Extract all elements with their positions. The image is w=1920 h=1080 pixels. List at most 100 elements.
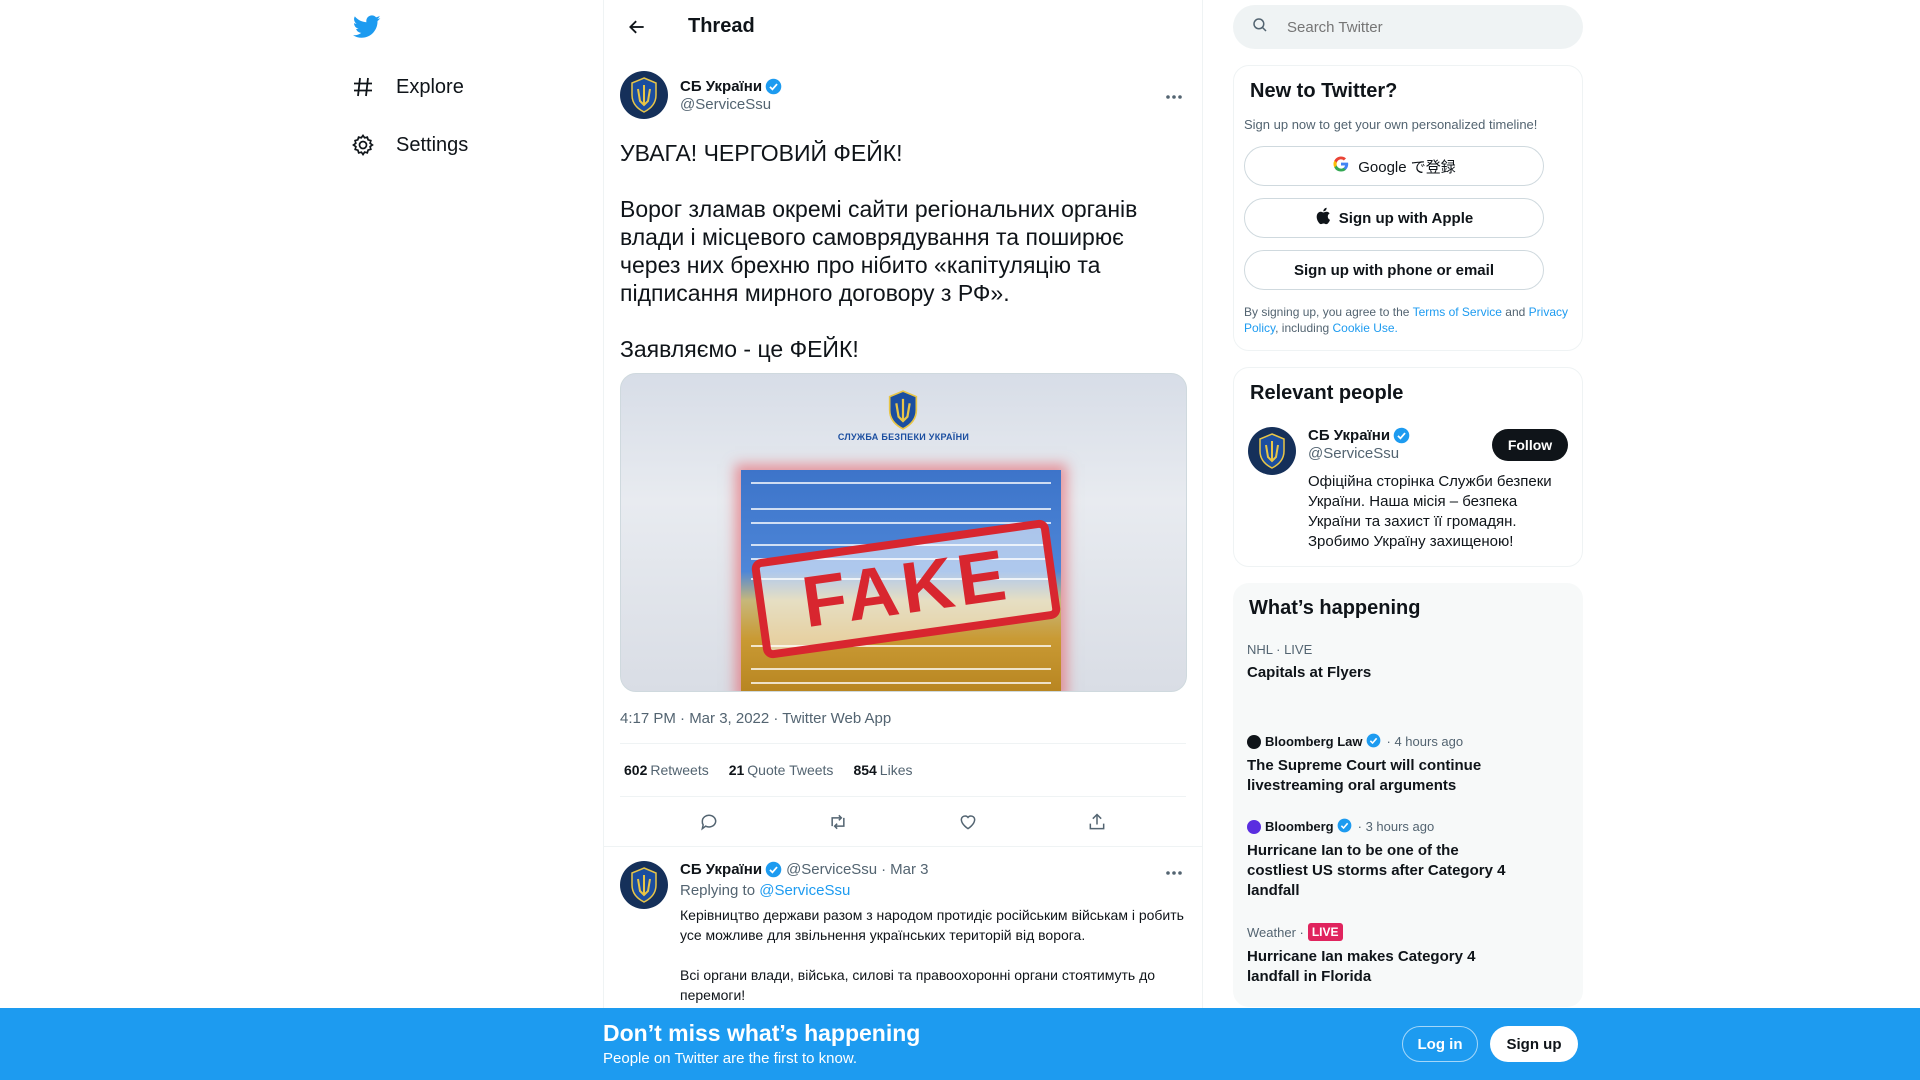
signup-subtitle: Sign up now to get your own personalized… (1244, 117, 1538, 132)
trend-item[interactable]: Bloomberg Law · 4 hours ago The Supreme … (1247, 733, 1569, 796)
back-arrow-icon[interactable] (620, 10, 654, 44)
separator: · (881, 861, 887, 878)
quote-tweets-stat[interactable]: 21 Quote Tweets (729, 762, 834, 778)
bottom-bar-subtitle: People on Twitter are the first to know. (603, 1050, 858, 1067)
signup-button[interactable]: Sign up (1490, 1026, 1578, 1062)
replying-to: Replying to @ServiceSsu (680, 882, 1186, 899)
follow-button[interactable]: Follow (1492, 429, 1568, 461)
more-options-icon[interactable] (1162, 85, 1186, 109)
author-name[interactable]: СБ України (680, 861, 762, 878)
author-name[interactable]: СБ України (680, 78, 762, 95)
person-body: СБ України @ServiceSsu Follow Офіційна с… (1308, 427, 1568, 552)
like-heart-icon[interactable] (951, 805, 985, 839)
reply-header: СБ України @ServiceSsu · Mar 3 (680, 861, 1186, 878)
avatar[interactable] (1248, 427, 1296, 475)
apple-signup-button[interactable]: Sign up with Apple (1244, 198, 1544, 238)
replying-prefix: Replying to (680, 882, 756, 899)
google-icon (1332, 155, 1350, 177)
trend-time: · 4 hours ago (1386, 734, 1464, 749)
cookie-link[interactable]: Cookie Use. (1333, 321, 1398, 335)
whats-happening-card: What’s happening NHL · LIVE Capitals at … (1233, 583, 1583, 1007)
author-handle[interactable]: @ServiceSsu (786, 861, 877, 878)
trend-title: Capitals at Flyers (1247, 664, 1372, 681)
avatar[interactable] (620, 71, 668, 119)
reply-tweet[interactable]: СБ України @ServiceSsu · Mar 3 Replying … (604, 847, 1202, 1005)
apple-icon (1315, 207, 1331, 229)
trend-item[interactable]: NHL · LIVE Capitals at Flyers (1247, 642, 1569, 683)
trend-meta: Weather · LIVE (1247, 923, 1569, 941)
trend-meta: Bloomberg · 3 hours ago (1247, 818, 1569, 835)
verified-badge-icon (1337, 818, 1354, 835)
bottom-bar-title: Don’t miss what’s happening (603, 1020, 921, 1046)
signup-card: New to Twitter? Sign up now to get your … (1233, 65, 1583, 351)
google-signup-label: Google で登録 (1358, 158, 1456, 176)
reply-date[interactable]: Mar 3 (890, 861, 928, 878)
trend-item[interactable]: Bloomberg · 3 hours ago Hurricane Ian to… (1247, 818, 1569, 901)
verified-badge-icon (765, 78, 782, 95)
trend-source: Bloomberg Law (1265, 734, 1363, 749)
quotes-count: 21 (728, 762, 745, 778)
phone-email-signup-button[interactable]: Sign up with phone or email (1244, 250, 1544, 290)
trend-meta: NHL · LIVE (1247, 642, 1313, 657)
author-block[interactable]: СБ України @ServiceSsu (680, 78, 782, 113)
nav-explore[interactable]: Explore (350, 67, 464, 107)
quotes-label: Quote Tweets (747, 762, 834, 778)
tweet-timestamp[interactable]: 4:17 PM · Mar 3, 2022 · Twitter Web App (620, 710, 1186, 727)
search-bar[interactable] (1233, 5, 1583, 49)
retweets-count: 602 (624, 762, 648, 778)
retweet-icon[interactable] (821, 805, 855, 839)
reply-body: СБ України @ServiceSsu · Mar 3 Replying … (680, 861, 1186, 1005)
avatar[interactable] (620, 861, 668, 909)
likes-stat[interactable]: 854 Likes (853, 762, 912, 778)
reply-icon[interactable] (692, 805, 726, 839)
happening-title: What’s happening (1249, 597, 1421, 619)
trend-title: Hurricane Ian makes Category 4 landfall … (1247, 948, 1476, 985)
verified-badge-icon (765, 861, 782, 878)
person-handle[interactable]: @ServiceSsu (1308, 445, 1410, 462)
fake-stamp-text: FAKE (797, 534, 1015, 644)
legal-and: and (1505, 305, 1526, 319)
main-tweet: СБ України @ServiceSsu УВАГА! ЧЕРГОВИЙ Ф… (604, 65, 1202, 847)
likes-count: 854 (853, 762, 877, 778)
signup-title: New to Twitter? (1250, 80, 1398, 102)
hash-icon (350, 74, 376, 100)
retweets-stat[interactable]: 602 Retweets (624, 762, 709, 778)
main-column: Thread СБ України @ServiceSsu УВАГА! ЧЕР… (603, 0, 1203, 1080)
tweet-stats: 602 Retweets 21 Quote Tweets 854 Likes (620, 743, 1186, 797)
ssu-emblem-icon (883, 390, 923, 435)
author-handle[interactable]: @ServiceSsu (680, 96, 782, 113)
tweet-text: УВАГА! ЧЕРГОВИЙ ФЕЙК! Ворог зламав окрем… (620, 140, 1138, 362)
verified-badge-icon (1393, 427, 1410, 444)
nav-label: Explore (396, 75, 464, 98)
trend-source: Bloomberg (1265, 819, 1334, 834)
tweet-image[interactable]: СЛУЖБА БЕЗПЕКИ УКРАЇНИ FAKE (620, 373, 1187, 692)
verified-badge-icon (1366, 733, 1383, 750)
person-bio: Офіційна сторінка Служби безпеки України… (1308, 473, 1552, 550)
relevant-title: Relevant people (1250, 382, 1404, 404)
terms-link[interactable]: Terms of Service (1413, 305, 1502, 319)
relevant-people-card: Relevant people СБ України @ServiceSsu F… (1233, 367, 1583, 567)
phone-signup-label: Sign up with phone or email (1293, 261, 1494, 279)
search-icon (1251, 16, 1269, 39)
search-input[interactable] (1287, 18, 1547, 36)
person-name[interactable]: СБ України (1308, 427, 1390, 444)
twitter-bird-icon[interactable] (350, 10, 384, 44)
thread-header: Thread (604, 0, 1202, 53)
apple-signup-label: Sign up with Apple (1338, 209, 1474, 227)
retweets-label: Retweets (650, 762, 709, 778)
gear-icon (350, 132, 376, 158)
legal-text: By signing up, you agree to the Terms of… (1244, 304, 1568, 336)
trend-time: · 3 hours ago (1357, 819, 1435, 834)
more-options-icon[interactable] (1162, 861, 1186, 885)
google-signup-button[interactable]: Google で登録 (1244, 146, 1544, 186)
trend-title: The Supreme Court will continue livestre… (1247, 757, 1482, 794)
login-button[interactable]: Log in (1402, 1026, 1478, 1062)
tweet-header: СБ України @ServiceSsu (620, 65, 1186, 125)
bottom-signup-bar: Don’t miss what’s happening People on Tw… (0, 1008, 1920, 1080)
nav-settings[interactable]: Settings (350, 125, 468, 165)
trend-item[interactable]: Weather · LIVE Hurricane Ian makes Categ… (1247, 923, 1569, 987)
share-icon[interactable] (1080, 805, 1114, 839)
trend-meta: Bloomberg Law · 4 hours ago (1247, 733, 1569, 750)
replying-handle-link[interactable]: @ServiceSsu (759, 882, 850, 899)
relevant-person[interactable]: СБ України @ServiceSsu Follow Офіційна с… (1248, 427, 1568, 552)
